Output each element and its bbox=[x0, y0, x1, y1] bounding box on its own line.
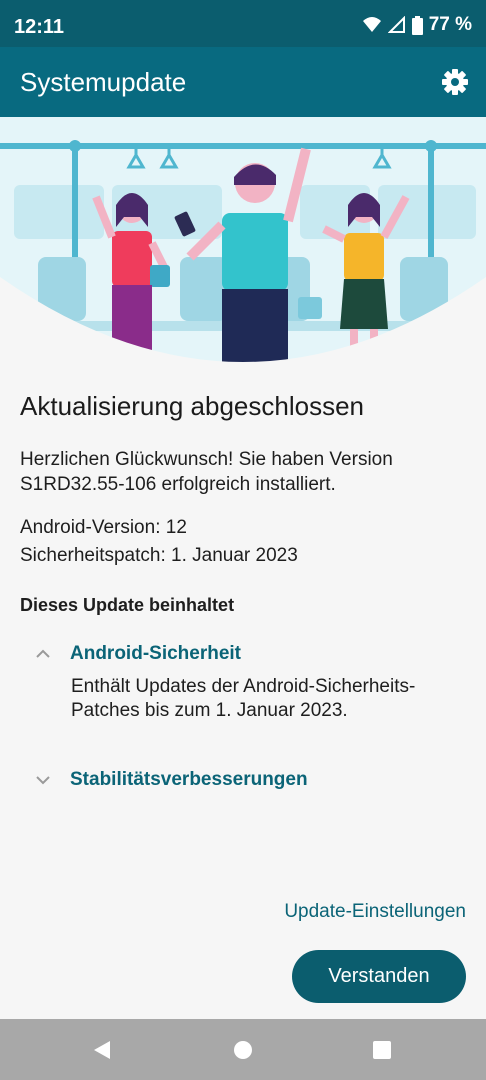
gear-icon[interactable] bbox=[440, 67, 470, 97]
hero-illustration bbox=[0, 117, 486, 367]
section-android-security[interactable]: Android-Sicherheit bbox=[34, 639, 241, 669]
signal-icon bbox=[387, 16, 406, 34]
page-title: Systemupdate bbox=[20, 67, 187, 97]
navigation-bar bbox=[0, 1019, 486, 1080]
status-time: 12:11 bbox=[14, 16, 65, 38]
wifi-icon bbox=[362, 16, 382, 34]
intro-text: Herzlichen Glückwunsch! Sie haben Versio… bbox=[20, 449, 393, 495]
battery-icon bbox=[411, 15, 423, 35]
section-body: Enthält Updates der Android-Sicherheits-… bbox=[71, 676, 416, 721]
update-settings-link[interactable]: Update-Einstellungen bbox=[284, 901, 466, 923]
section-title: Stabilitätsverbesserungen bbox=[70, 769, 308, 790]
app-bar: Systemupdate bbox=[0, 47, 486, 117]
status-bar: 12:11 77 % bbox=[0, 0, 486, 47]
chevron-up-icon bbox=[34, 645, 52, 663]
home-icon[interactable] bbox=[231, 1038, 255, 1062]
android-version: Android-Version: 12 bbox=[20, 517, 187, 538]
back-icon[interactable] bbox=[90, 1038, 114, 1062]
confirm-button[interactable]: Verstanden bbox=[292, 950, 466, 1003]
recents-icon[interactable] bbox=[370, 1038, 394, 1062]
security-patch: Sicherheitspatch: 1. Januar 2023 bbox=[20, 545, 298, 566]
includes-heading: Dieses Update beinhaltet bbox=[20, 595, 235, 615]
chevron-down-icon bbox=[34, 771, 52, 789]
headline: Aktualisierung abgeschlossen bbox=[20, 391, 364, 421]
battery-percent: 77 % bbox=[428, 14, 472, 35]
section-title: Android-Sicherheit bbox=[70, 643, 242, 664]
status-icons: 77 % bbox=[362, 14, 472, 36]
section-stability[interactable]: Stabilitätsverbesserungen bbox=[34, 765, 308, 795]
